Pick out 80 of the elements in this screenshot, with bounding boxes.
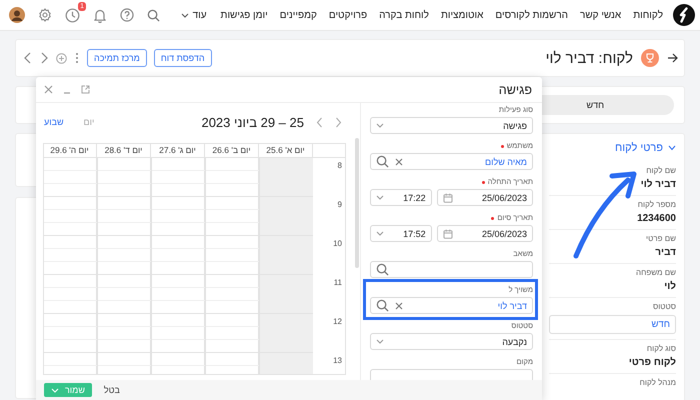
view-tab[interactable]: שבוע bbox=[40, 117, 68, 127]
field-value: 1234600 bbox=[636, 213, 676, 224]
lookup-field[interactable]: מאיה שלום bbox=[370, 153, 533, 170]
field-label: מספר לקוח bbox=[636, 200, 676, 209]
lookup-field[interactable] bbox=[370, 261, 533, 278]
more-icon[interactable] bbox=[75, 52, 79, 64]
previous-icon[interactable] bbox=[24, 52, 32, 64]
lookup-field[interactable]: דביר לוי bbox=[370, 297, 533, 314]
field-value: לקוח פרטי bbox=[628, 357, 676, 368]
next-icon[interactable] bbox=[40, 52, 48, 64]
nav-link[interactable]: הרשמות לקורסים bbox=[495, 10, 568, 20]
avatar-icon[interactable] bbox=[9, 7, 25, 23]
header-button[interactable]: הדפסת דוח bbox=[154, 49, 212, 67]
field-label: סטטוס bbox=[652, 302, 676, 311]
popout-icon[interactable] bbox=[81, 85, 90, 94]
nav-link[interactable]: פרויקטים bbox=[328, 10, 368, 20]
header-button[interactable]: מרכז תמיכה bbox=[87, 49, 147, 67]
search-icon[interactable] bbox=[376, 299, 389, 312]
status-field[interactable]: חדש bbox=[549, 315, 676, 334]
hour-label: 13 bbox=[333, 356, 342, 365]
caret-icon bbox=[376, 123, 384, 128]
nav-link[interactable]: יומן פגישות bbox=[220, 10, 268, 20]
field-value: דביר bbox=[654, 247, 676, 258]
nav-link[interactable]: לקוחות bbox=[633, 10, 663, 20]
select-field[interactable]: פגישה bbox=[370, 117, 533, 134]
nav-link[interactable]: קמפיינים bbox=[280, 10, 317, 20]
day-header: יום ה' 29.6 bbox=[44, 144, 97, 157]
hour-label: 9 bbox=[338, 200, 342, 209]
dialog-title: פגישה bbox=[498, 82, 532, 96]
nav-link[interactable]: אוטומציות bbox=[440, 10, 484, 20]
field-label: סוג לקוח bbox=[646, 344, 676, 353]
field-label: שם לקוח bbox=[645, 166, 676, 175]
trophy-icon bbox=[641, 49, 659, 67]
caret-icon bbox=[376, 339, 384, 344]
clock-icon[interactable] bbox=[65, 8, 80, 22]
calendar-icon[interactable] bbox=[442, 192, 453, 202]
logo-icon[interactable] bbox=[673, 4, 695, 26]
clear-icon[interactable] bbox=[395, 302, 403, 310]
hour-label: 10 bbox=[333, 239, 342, 248]
caret-icon bbox=[180, 12, 189, 18]
calendar-title: 25 – 29 ביוני 2023 bbox=[200, 114, 304, 130]
day-header: יום ב' 26.6 bbox=[205, 144, 259, 157]
more-menu[interactable]: עוד bbox=[180, 10, 207, 20]
caret-icon bbox=[51, 388, 59, 392]
time-field[interactable]: 17:22 bbox=[370, 189, 432, 206]
field-label: מנהל לקוח bbox=[638, 378, 676, 387]
clear-icon[interactable] bbox=[395, 158, 403, 166]
nav-link[interactable]: לוחות בקרה bbox=[379, 10, 429, 20]
hour-label: 11 bbox=[334, 278, 342, 287]
nav-link[interactable]: אנשי קשר bbox=[580, 10, 622, 20]
help-icon[interactable] bbox=[120, 8, 134, 22]
previous-icon[interactable] bbox=[316, 116, 323, 128]
settings-icon[interactable] bbox=[38, 8, 52, 22]
caret-icon bbox=[376, 195, 384, 200]
hour-label: 8 bbox=[338, 161, 342, 170]
add-icon[interactable] bbox=[56, 52, 67, 64]
select-field[interactable]: נקבעה bbox=[370, 333, 533, 350]
search-icon[interactable] bbox=[376, 263, 389, 276]
field-value: לוי bbox=[663, 281, 676, 292]
record-title: לקוח: דביר לוי bbox=[546, 50, 633, 66]
field-value: דביר לוי bbox=[640, 179, 676, 190]
hour-label: 12 bbox=[333, 317, 342, 326]
search-icon[interactable] bbox=[147, 8, 160, 22]
section-toggle[interactable]: פרטי לקוח bbox=[549, 142, 676, 154]
calendar-icon[interactable] bbox=[442, 228, 453, 238]
field-label: שם פרטי bbox=[645, 234, 676, 243]
day-header: יום א' 25.6 bbox=[259, 144, 313, 157]
day-header: יום ג' 27.6 bbox=[151, 144, 205, 157]
close-icon[interactable] bbox=[44, 85, 53, 94]
time-field[interactable]: 17:52 bbox=[370, 225, 432, 242]
next-icon[interactable] bbox=[335, 116, 342, 128]
field-label: שם משפחה bbox=[635, 268, 676, 277]
cancel-button[interactable]: בטל bbox=[104, 385, 120, 395]
day-header: יום ד' 28.6 bbox=[97, 144, 151, 157]
date-field[interactable]: 25/06/2023 bbox=[436, 225, 533, 242]
search-icon[interactable] bbox=[376, 155, 389, 168]
back-arrow-icon[interactable] bbox=[667, 53, 678, 63]
date-field[interactable]: 25/06/2023 bbox=[436, 189, 533, 206]
bell-icon[interactable] bbox=[93, 8, 107, 22]
caret-icon bbox=[376, 231, 384, 236]
